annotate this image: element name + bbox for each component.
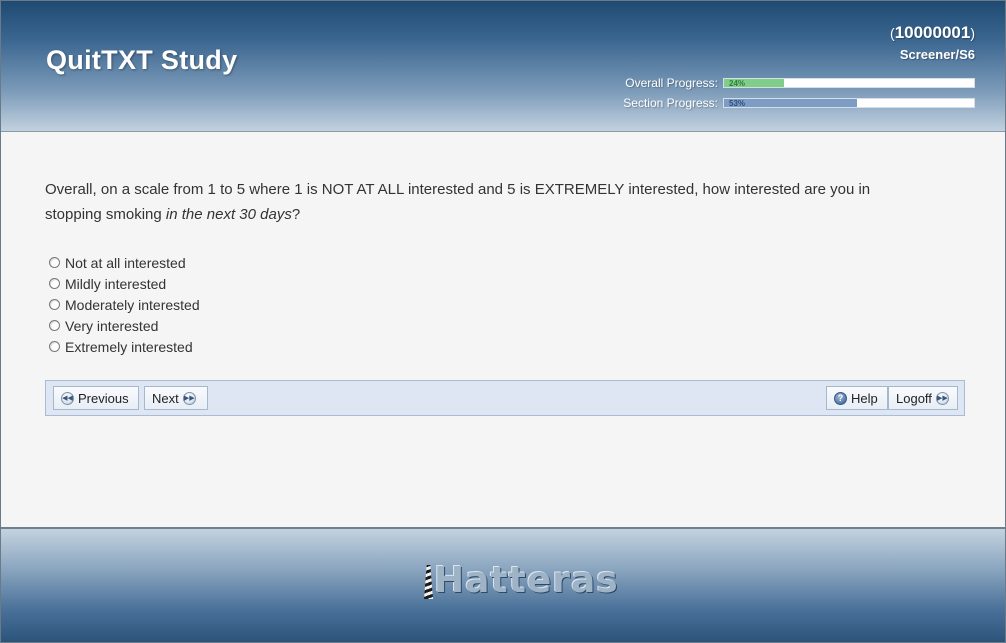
answer-label: Extremely interested [65,338,193,355]
lighthouse-icon [424,565,433,599]
footer-banner: Hatteras [1,527,1005,642]
radio-button[interactable] [49,341,60,352]
question-circle-icon: ? [834,391,847,405]
logoff-button-label: Logoff [896,390,932,406]
section-progress-percent: 53% [729,99,746,108]
answer-option[interactable]: Not at all interested [49,252,200,273]
app-window: QuitTXT Study (10000001) Screener/S6 Ove… [0,0,1006,643]
overall-progress-label: Overall Progress: [625,76,718,90]
logoff-button[interactable]: Logoff ▶▶ [888,386,958,410]
radio-button[interactable] [49,278,60,289]
answer-options: Not at all interested Mildly interested … [49,252,200,357]
overall-progress: Overall Progress: 24% [625,76,975,90]
question-text: Overall, on a scale from 1 to 5 where 1 … [45,177,925,227]
answer-option[interactable]: Extremely interested [49,336,200,357]
question-emphasis-text: in the next 30 days [165,206,292,223]
answer-option[interactable]: Mildly interested [49,273,200,294]
next-button[interactable]: Next ▶▶ [144,386,208,410]
help-button-label: Help [851,390,878,406]
help-button[interactable]: ? Help [826,386,888,410]
hatteras-logo: Hatteras [424,559,619,599]
next-button-label: Next [152,390,179,406]
answer-label: Not at all interested [65,254,186,271]
answer-option[interactable]: Moderately interested [49,294,200,315]
section-progress-track: 53% [723,98,975,108]
participant-close-paren: ) [970,25,975,41]
question-end-text: ? [291,206,301,223]
radio-button[interactable] [49,299,60,310]
section-progress: Section Progress: 53% [623,96,975,110]
previous-button-label: Previous [78,390,129,406]
fast-forward-circle-icon: ▶▶ [182,391,196,405]
answer-label: Moderately interested [65,296,200,313]
survey-location: Screener/S6 [899,47,975,62]
radio-button[interactable] [49,257,60,268]
header-banner: QuitTXT Study (10000001) Screener/S6 Ove… [1,1,1005,132]
survey-content: Overall, on a scale from 1 to 5 where 1 … [1,132,1005,527]
section-progress-label: Section Progress: [623,96,718,110]
radio-button[interactable] [49,320,60,331]
participant-id: (10000001) [890,23,975,43]
rewind-circle-icon: ◀◀ [61,391,74,405]
answer-label: Mildly interested [65,275,167,292]
overall-progress-percent: 24% [729,79,746,88]
previous-button[interactable]: ◀◀ Previous [53,386,139,410]
participant-id-value: 10000001 [894,23,971,42]
fast-forward-circle-icon: ▶▶ [935,391,949,405]
app-title: QuitTXT Study [46,45,238,75]
logo-text: Hatteras [434,560,619,601]
navigation-bar: ◀◀ Previous Next ▶▶ ? Help Logoff ▶▶ [45,380,965,416]
answer-label: Very interested [65,317,159,334]
answer-option[interactable]: Very interested [49,315,200,336]
overall-progress-track: 24% [723,78,975,88]
